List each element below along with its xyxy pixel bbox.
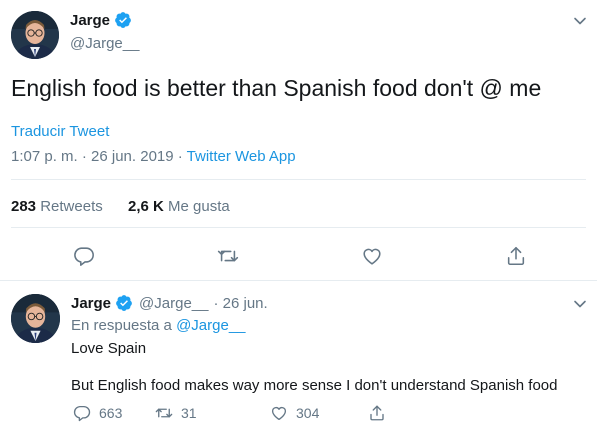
tweet-meta: 1:07 p. m. · 26 jun. 2019 · Twitter Web … xyxy=(11,148,296,165)
source-link[interactable]: Twitter Web App xyxy=(187,148,296,165)
likes-label: Me gusta xyxy=(168,198,230,215)
retweets-stat[interactable]: 283 Retweets xyxy=(11,198,103,215)
likes-stat[interactable]: 2,6 K Me gusta xyxy=(128,198,230,215)
author-name-row: Jarge xyxy=(70,11,132,29)
reply-context: En respuesta a @Jarge__ xyxy=(71,317,246,334)
reply-handle[interactable]: @Jarge__ xyxy=(139,295,208,312)
like-button[interactable] xyxy=(361,245,383,267)
retweet-arrows-icon xyxy=(155,404,173,422)
retweet-arrows-icon xyxy=(217,250,239,262)
translate-tweet-link[interactable]: Traducir Tweet xyxy=(11,123,109,140)
reply-to-handle[interactable]: @Jarge__ xyxy=(176,317,245,334)
reply-reply-button[interactable]: 663 xyxy=(73,404,122,422)
verified-badge-icon xyxy=(116,295,132,311)
reply-to-label: En respuesta a xyxy=(71,317,172,334)
reply-date[interactable]: · 26 jun. xyxy=(213,295,267,312)
retweets-count: 283 xyxy=(11,198,37,215)
verified-badge-icon xyxy=(115,12,131,28)
reply-author-row: Jarge @Jarge__ · 26 jun. xyxy=(71,294,268,312)
reply-bubble-icon xyxy=(74,247,94,266)
heart-icon xyxy=(363,248,381,265)
reply-retweet-button[interactable]: 31 xyxy=(155,404,197,422)
divider xyxy=(11,179,586,180)
reply-button[interactable] xyxy=(73,245,95,267)
reply-count: 663 xyxy=(99,405,123,421)
retweet-count: 31 xyxy=(181,405,197,421)
reply-avatar[interactable] xyxy=(11,294,60,343)
reply-like-button[interactable]: 304 xyxy=(270,404,319,422)
handle[interactable]: @Jarge__ xyxy=(70,35,139,52)
divider xyxy=(11,227,586,228)
avatar[interactable] xyxy=(11,11,59,59)
retweet-button[interactable] xyxy=(217,245,239,267)
display-name[interactable]: Jarge xyxy=(70,12,110,29)
divider xyxy=(0,280,597,281)
share-upload-icon xyxy=(507,246,525,266)
tweet-text: English food is better than Spanish food… xyxy=(11,75,542,101)
retweets-label: Retweets xyxy=(40,198,103,215)
reply-bubble-icon xyxy=(73,404,91,422)
timestamp[interactable]: 1:07 p. m. · 26 jun. 2019 · xyxy=(11,148,187,165)
chevron-down-icon[interactable] xyxy=(573,297,587,311)
chevron-down-icon[interactable] xyxy=(573,14,587,28)
reply-display-name[interactable]: Jarge xyxy=(71,295,111,312)
share-button[interactable] xyxy=(505,245,527,267)
share-upload-icon xyxy=(368,404,386,422)
heart-icon xyxy=(270,404,288,422)
reply-share-button[interactable] xyxy=(368,404,394,422)
reply-text-line-1: Love Spain xyxy=(71,340,147,357)
reply-text-line-2: But English food makes way more sense I … xyxy=(71,377,558,394)
like-count: 304 xyxy=(296,405,320,421)
likes-count: 2,6 K xyxy=(128,198,164,215)
